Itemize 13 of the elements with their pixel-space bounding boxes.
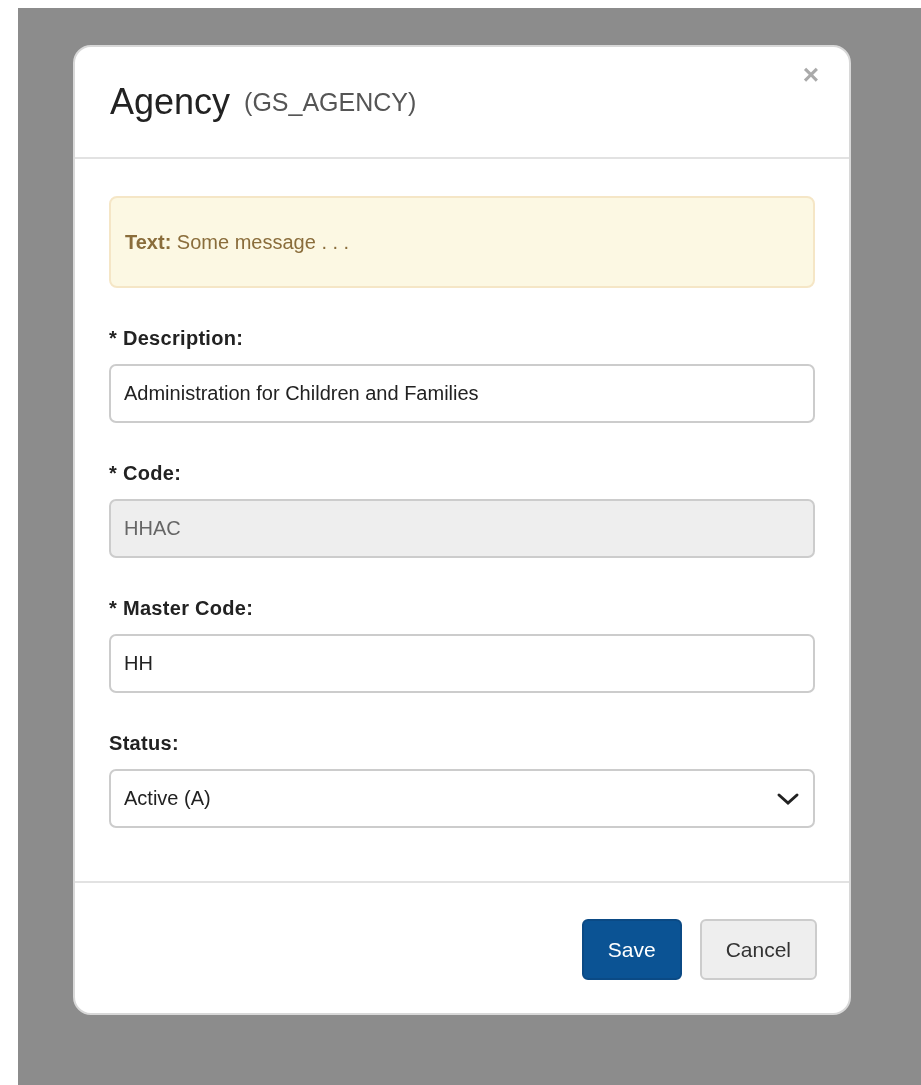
cancel-button[interactable]: Cancel <box>699 919 817 980</box>
field-label: Status: <box>109 732 180 755</box>
dialog-subtitle: (GS_AGENCY) <box>244 87 417 117</box>
caret-icon <box>776 791 800 806</box>
input-field[interactable]: HH <box>109 634 815 693</box>
alert-message: Text: Some message . . . <box>125 230 350 254</box>
field-label: * Code: <box>109 462 183 485</box>
status-select[interactable]: Active (A) <box>109 769 815 828</box>
field-label: * Master Code: <box>109 597 255 620</box>
input-field[interactable]: Administration for Children and Families <box>109 364 815 423</box>
field-label: * Description: <box>109 327 245 350</box>
save-button[interactable]: Save <box>581 919 682 980</box>
dialog-title: Agency <box>110 81 231 123</box>
